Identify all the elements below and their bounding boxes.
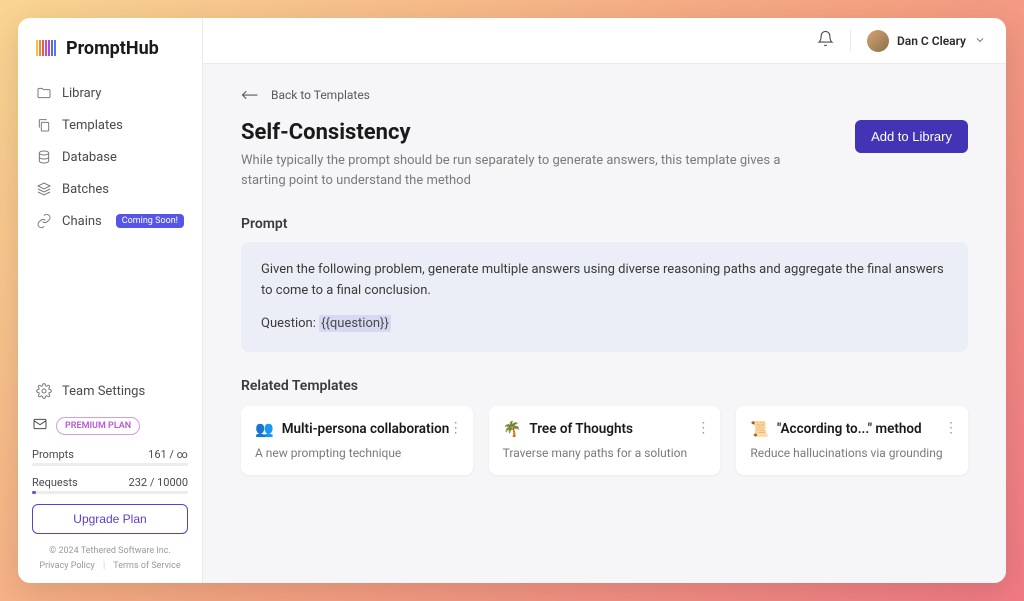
card-menu-button[interactable]: ⋮ bbox=[944, 420, 958, 436]
card-title: Multi-persona collaboration bbox=[282, 420, 459, 438]
plan-section: PREMIUM PLAN Prompts 161 / ∞ Requests 23… bbox=[28, 416, 192, 573]
nav-label: Batches bbox=[62, 182, 109, 197]
related-card[interactable]: ⋮ 📜 "According to..." method Reduce hall… bbox=[736, 406, 968, 475]
topbar: Dan C Cleary bbox=[203, 18, 1006, 64]
card-emoji: 👥 bbox=[255, 420, 274, 438]
divider bbox=[850, 30, 851, 52]
copy-icon bbox=[36, 117, 52, 133]
card-menu-button[interactable]: ⋮ bbox=[449, 420, 463, 436]
user-menu[interactable]: Dan C Cleary bbox=[867, 30, 986, 52]
requests-label: Requests bbox=[32, 476, 78, 489]
content: Back to Templates Self-Consistency While… bbox=[203, 64, 1006, 583]
card-desc: Traverse many paths for a solution bbox=[503, 445, 707, 462]
upgrade-plan-button[interactable]: Upgrade Plan bbox=[32, 504, 188, 534]
notifications-button[interactable] bbox=[817, 30, 834, 51]
gear-icon bbox=[36, 383, 52, 399]
related-card[interactable]: ⋮ 👥 Multi-persona collaboration A new pr… bbox=[241, 406, 473, 475]
card-title: Tree of Thoughts bbox=[529, 420, 706, 438]
card-desc: Reduce hallucinations via grounding bbox=[750, 445, 954, 462]
back-label: Back to Templates bbox=[271, 88, 370, 102]
nav-item-library[interactable]: Library bbox=[28, 78, 192, 108]
prompts-bar bbox=[32, 463, 188, 466]
link-icon bbox=[36, 213, 52, 229]
folder-icon bbox=[36, 85, 52, 101]
prompt-box: Given the following problem, generate mu… bbox=[241, 242, 968, 352]
page-title: Self-Consistency bbox=[241, 120, 801, 145]
coming-soon-badge: Coming Soon! bbox=[116, 214, 184, 228]
nav-item-database[interactable]: Database bbox=[28, 142, 192, 172]
nav-label: Chains bbox=[62, 214, 102, 229]
mail-icon bbox=[32, 416, 48, 436]
nav-item-chains[interactable]: Chains Coming Soon! bbox=[28, 206, 192, 236]
app-window: PromptHub Library Templates Database Bat… bbox=[18, 18, 1006, 583]
prompts-label: Prompts bbox=[32, 448, 74, 461]
related-templates: ⋮ 👥 Multi-persona collaboration A new pr… bbox=[241, 406, 968, 475]
nav-label: Templates bbox=[62, 118, 123, 133]
prompt-variable: {{question}} bbox=[319, 315, 391, 332]
related-card[interactable]: ⋮ 🌴 Tree of Thoughts Traverse many paths… bbox=[489, 406, 721, 475]
footer: © 2024 Tethered Software Inc. Privacy Po… bbox=[32, 544, 188, 573]
plan-badge: PREMIUM PLAN bbox=[56, 417, 140, 435]
card-emoji: 📜 bbox=[750, 420, 769, 438]
user-name: Dan C Cleary bbox=[897, 34, 966, 48]
terms-link[interactable]: Terms of Service bbox=[113, 561, 180, 571]
main: Dan C Cleary Back to Templates Self-Cons… bbox=[203, 18, 1006, 583]
requests-bar bbox=[32, 491, 188, 494]
prompt-label: Prompt bbox=[241, 216, 968, 232]
prompt-question: Question: {{question}} bbox=[261, 314, 948, 335]
page-description: While typically the prompt should be run… bbox=[241, 151, 801, 190]
logo-icon bbox=[34, 36, 58, 60]
copyright: © 2024 Tethered Software Inc. bbox=[32, 544, 188, 558]
chevron-down-icon bbox=[974, 31, 986, 50]
logo-text: PromptHub bbox=[66, 38, 159, 59]
add-to-library-button[interactable]: Add to Library bbox=[855, 120, 968, 153]
nav: Library Templates Database Batches Chain… bbox=[28, 78, 192, 236]
database-icon bbox=[36, 149, 52, 165]
related-label: Related Templates bbox=[241, 378, 968, 394]
avatar bbox=[867, 30, 889, 52]
logo[interactable]: PromptHub bbox=[28, 36, 192, 78]
nav-item-team-settings[interactable]: Team Settings bbox=[28, 376, 192, 406]
nav-item-templates[interactable]: Templates bbox=[28, 110, 192, 140]
privacy-link[interactable]: Privacy Policy bbox=[39, 561, 94, 571]
back-to-templates[interactable]: Back to Templates bbox=[241, 88, 370, 102]
sidebar: PromptHub Library Templates Database Bat… bbox=[18, 18, 203, 583]
card-emoji: 🌴 bbox=[503, 420, 522, 438]
requests-value: 232 / 10000 bbox=[129, 476, 188, 489]
nav-label: Team Settings bbox=[62, 384, 145, 399]
card-desc: A new prompting technique bbox=[255, 445, 459, 462]
prompts-value: 161 / ∞ bbox=[148, 448, 188, 461]
nav-item-batches[interactable]: Batches bbox=[28, 174, 192, 204]
nav-label: Library bbox=[62, 86, 101, 101]
prompt-body: Given the following problem, generate mu… bbox=[261, 260, 948, 302]
card-title: "According to..." method bbox=[777, 420, 954, 438]
card-menu-button[interactable]: ⋮ bbox=[696, 420, 710, 436]
nav-label: Database bbox=[62, 150, 117, 165]
layers-icon bbox=[36, 181, 52, 197]
